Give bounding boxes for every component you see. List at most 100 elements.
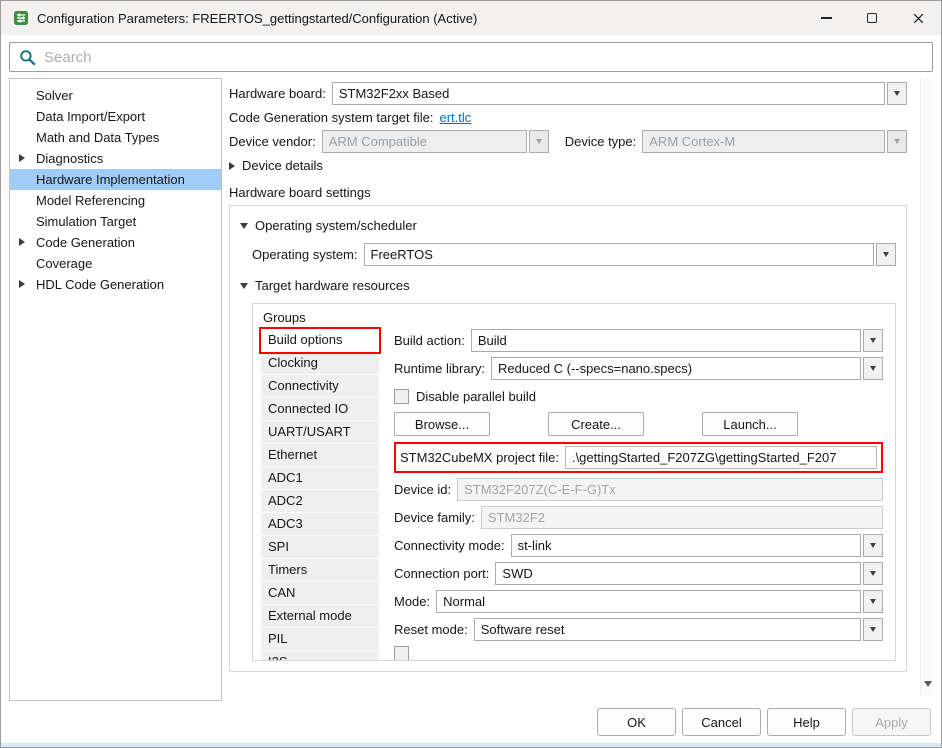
target-hardware-resources-group: Groups Build options Clocking Connectivi… [252, 303, 896, 661]
group-item-build-options[interactable]: Build options [261, 329, 379, 352]
group-item-adc1[interactable]: ADC1 [261, 467, 379, 490]
sidebar-item-model-referencing[interactable]: Model Referencing [10, 190, 221, 211]
apply-button: Apply [852, 708, 931, 736]
groups-list: Build options Clocking Connectivity Conn… [261, 329, 379, 661]
sidebar-item-math-and-data-types[interactable]: Math and Data Types [10, 127, 221, 148]
operating-system-select[interactable]: FreeRTOS [364, 243, 875, 266]
sidebar-item-label: Data Import/Export [36, 109, 145, 124]
chevron-down-icon [894, 139, 900, 144]
device-type-dropdown-button [887, 130, 907, 153]
group-item-clocking[interactable]: Clocking [261, 352, 379, 375]
window-title: Configuration Parameters: FREERTOS_getti… [37, 11, 477, 26]
runtime-library-dropdown-button[interactable] [863, 357, 883, 380]
group-item-adc3[interactable]: ADC3 [261, 513, 379, 536]
ert-tlc-link[interactable]: ert.tlc [440, 110, 472, 125]
runtime-library-value: Reduced C (--specs=nano.specs) [492, 361, 860, 376]
expand-arrow-icon[interactable] [19, 154, 25, 162]
minimize-button[interactable] [803, 1, 849, 35]
clipped-checkbox[interactable] [394, 646, 409, 661]
group-item-spi[interactable]: SPI [261, 536, 379, 559]
build-action-select[interactable]: Build [471, 329, 861, 352]
maximize-button[interactable] [849, 1, 895, 35]
operating-system-dropdown-button[interactable] [876, 243, 896, 266]
titlebar[interactable]: Configuration Parameters: FREERTOS_getti… [1, 1, 941, 35]
group-item-uart-usart[interactable]: UART/USART [261, 421, 379, 444]
device-details-toggle[interactable]: Device details [229, 158, 907, 173]
create-button[interactable]: Create... [548, 412, 644, 436]
device-id-row: Device id: STM32F207Z(C-E-F-G)Tx [394, 478, 883, 501]
sidebar-item-coverage[interactable]: Coverage [10, 253, 221, 274]
connection-port-dropdown-button[interactable] [863, 562, 883, 585]
mode-label: Mode: [394, 594, 430, 609]
sidebar-item-label: Coverage [36, 256, 92, 271]
group-item-ethernet[interactable]: Ethernet [261, 444, 379, 467]
sidebar-item-simulation-target[interactable]: Simulation Target [10, 211, 221, 232]
expand-arrow-icon[interactable] [19, 280, 25, 288]
hardware-board-select[interactable]: STM32F2xx Based [332, 82, 885, 105]
cubemx-project-file-input[interactable] [565, 446, 877, 469]
thr-section-title: Target hardware resources [255, 278, 410, 293]
close-button[interactable] [895, 1, 941, 35]
chevron-down-icon [870, 571, 876, 576]
collapse-arrow-icon [240, 223, 248, 229]
os-section-toggle[interactable]: Operating system/scheduler [240, 218, 896, 233]
runtime-library-select[interactable]: Reduced C (--specs=nano.specs) [491, 357, 861, 380]
category-tree: Solver Data Import/Export Math and Data … [9, 78, 222, 701]
project-buttons-row: Browse... Create... Launch... [394, 412, 883, 436]
clipped-row [394, 646, 883, 661]
connection-port-row: Connection port: SWD [394, 562, 883, 585]
hardware-board-dropdown-button[interactable] [887, 82, 907, 105]
search-bar[interactable] [9, 42, 933, 72]
expand-arrow-icon[interactable] [19, 238, 25, 246]
group-item-pil[interactable]: PIL [261, 628, 379, 651]
chevron-down-icon [870, 627, 876, 632]
sidebar-item-diagnostics[interactable]: Diagnostics [10, 148, 221, 169]
device-family-row: Device family: STM32F2 [394, 506, 883, 529]
mode-dropdown-button[interactable] [863, 590, 883, 613]
scroll-down-button[interactable] [921, 677, 933, 691]
window-controls [803, 1, 941, 35]
search-icon [19, 49, 36, 66]
maximize-icon [867, 13, 877, 23]
connection-port-select[interactable]: SWD [495, 562, 861, 585]
thr-section-toggle[interactable]: Target hardware resources [240, 278, 896, 293]
sidebar-item-label: Math and Data Types [36, 130, 159, 145]
build-action-dropdown-button[interactable] [863, 329, 883, 352]
connectivity-mode-dropdown-button[interactable] [863, 534, 883, 557]
group-item-i2s[interactable]: I2S [261, 651, 379, 661]
reset-mode-dropdown-button[interactable] [863, 618, 883, 641]
chevron-down-icon [870, 543, 876, 548]
sidebar-item-hardware-implementation[interactable]: Hardware Implementation [10, 169, 221, 190]
sidebar-item-solver[interactable]: Solver [10, 85, 221, 106]
group-item-external-mode[interactable]: External mode [261, 605, 379, 628]
connectivity-mode-value: st-link [512, 538, 860, 553]
sidebar-item-label: HDL Code Generation [36, 277, 164, 292]
sidebar-item-data-import-export[interactable]: Data Import/Export [10, 106, 221, 127]
sidebar-item-hdl-code-generation[interactable]: HDL Code Generation [10, 274, 221, 295]
launch-button[interactable]: Launch... [702, 412, 798, 436]
sidebar-item-label: Simulation Target [36, 214, 136, 229]
chevron-down-icon [924, 681, 932, 687]
connection-port-label: Connection port: [394, 566, 489, 581]
ok-button[interactable]: OK [597, 708, 676, 736]
vertical-scrollbar[interactable] [920, 78, 933, 695]
browse-button[interactable]: Browse... [394, 412, 490, 436]
sidebar-item-code-generation[interactable]: Code Generation [10, 232, 221, 253]
group-item-connected-io[interactable]: Connected IO [261, 398, 379, 421]
device-family-label: Device family: [394, 510, 475, 525]
disable-parallel-build-checkbox[interactable] [394, 389, 409, 404]
group-item-timers[interactable]: Timers [261, 559, 379, 582]
mode-value: Normal [437, 594, 860, 609]
cubemx-project-file-label: STM32CubeMX project file: [400, 450, 559, 465]
reset-mode-select[interactable]: Software reset [474, 618, 861, 641]
connectivity-mode-select[interactable]: st-link [511, 534, 861, 557]
mode-select[interactable]: Normal [436, 590, 861, 613]
settings-panel: Hardware board: STM32F2xx Based Code Gen… [229, 78, 933, 701]
cancel-button[interactable]: Cancel [682, 708, 761, 736]
device-id-field: STM32F207Z(C-E-F-G)Tx [457, 478, 883, 501]
group-item-connectivity[interactable]: Connectivity [261, 375, 379, 398]
help-button[interactable]: Help [767, 708, 846, 736]
group-item-can[interactable]: CAN [261, 582, 379, 605]
group-item-adc2[interactable]: ADC2 [261, 490, 379, 513]
search-input[interactable] [44, 49, 923, 66]
